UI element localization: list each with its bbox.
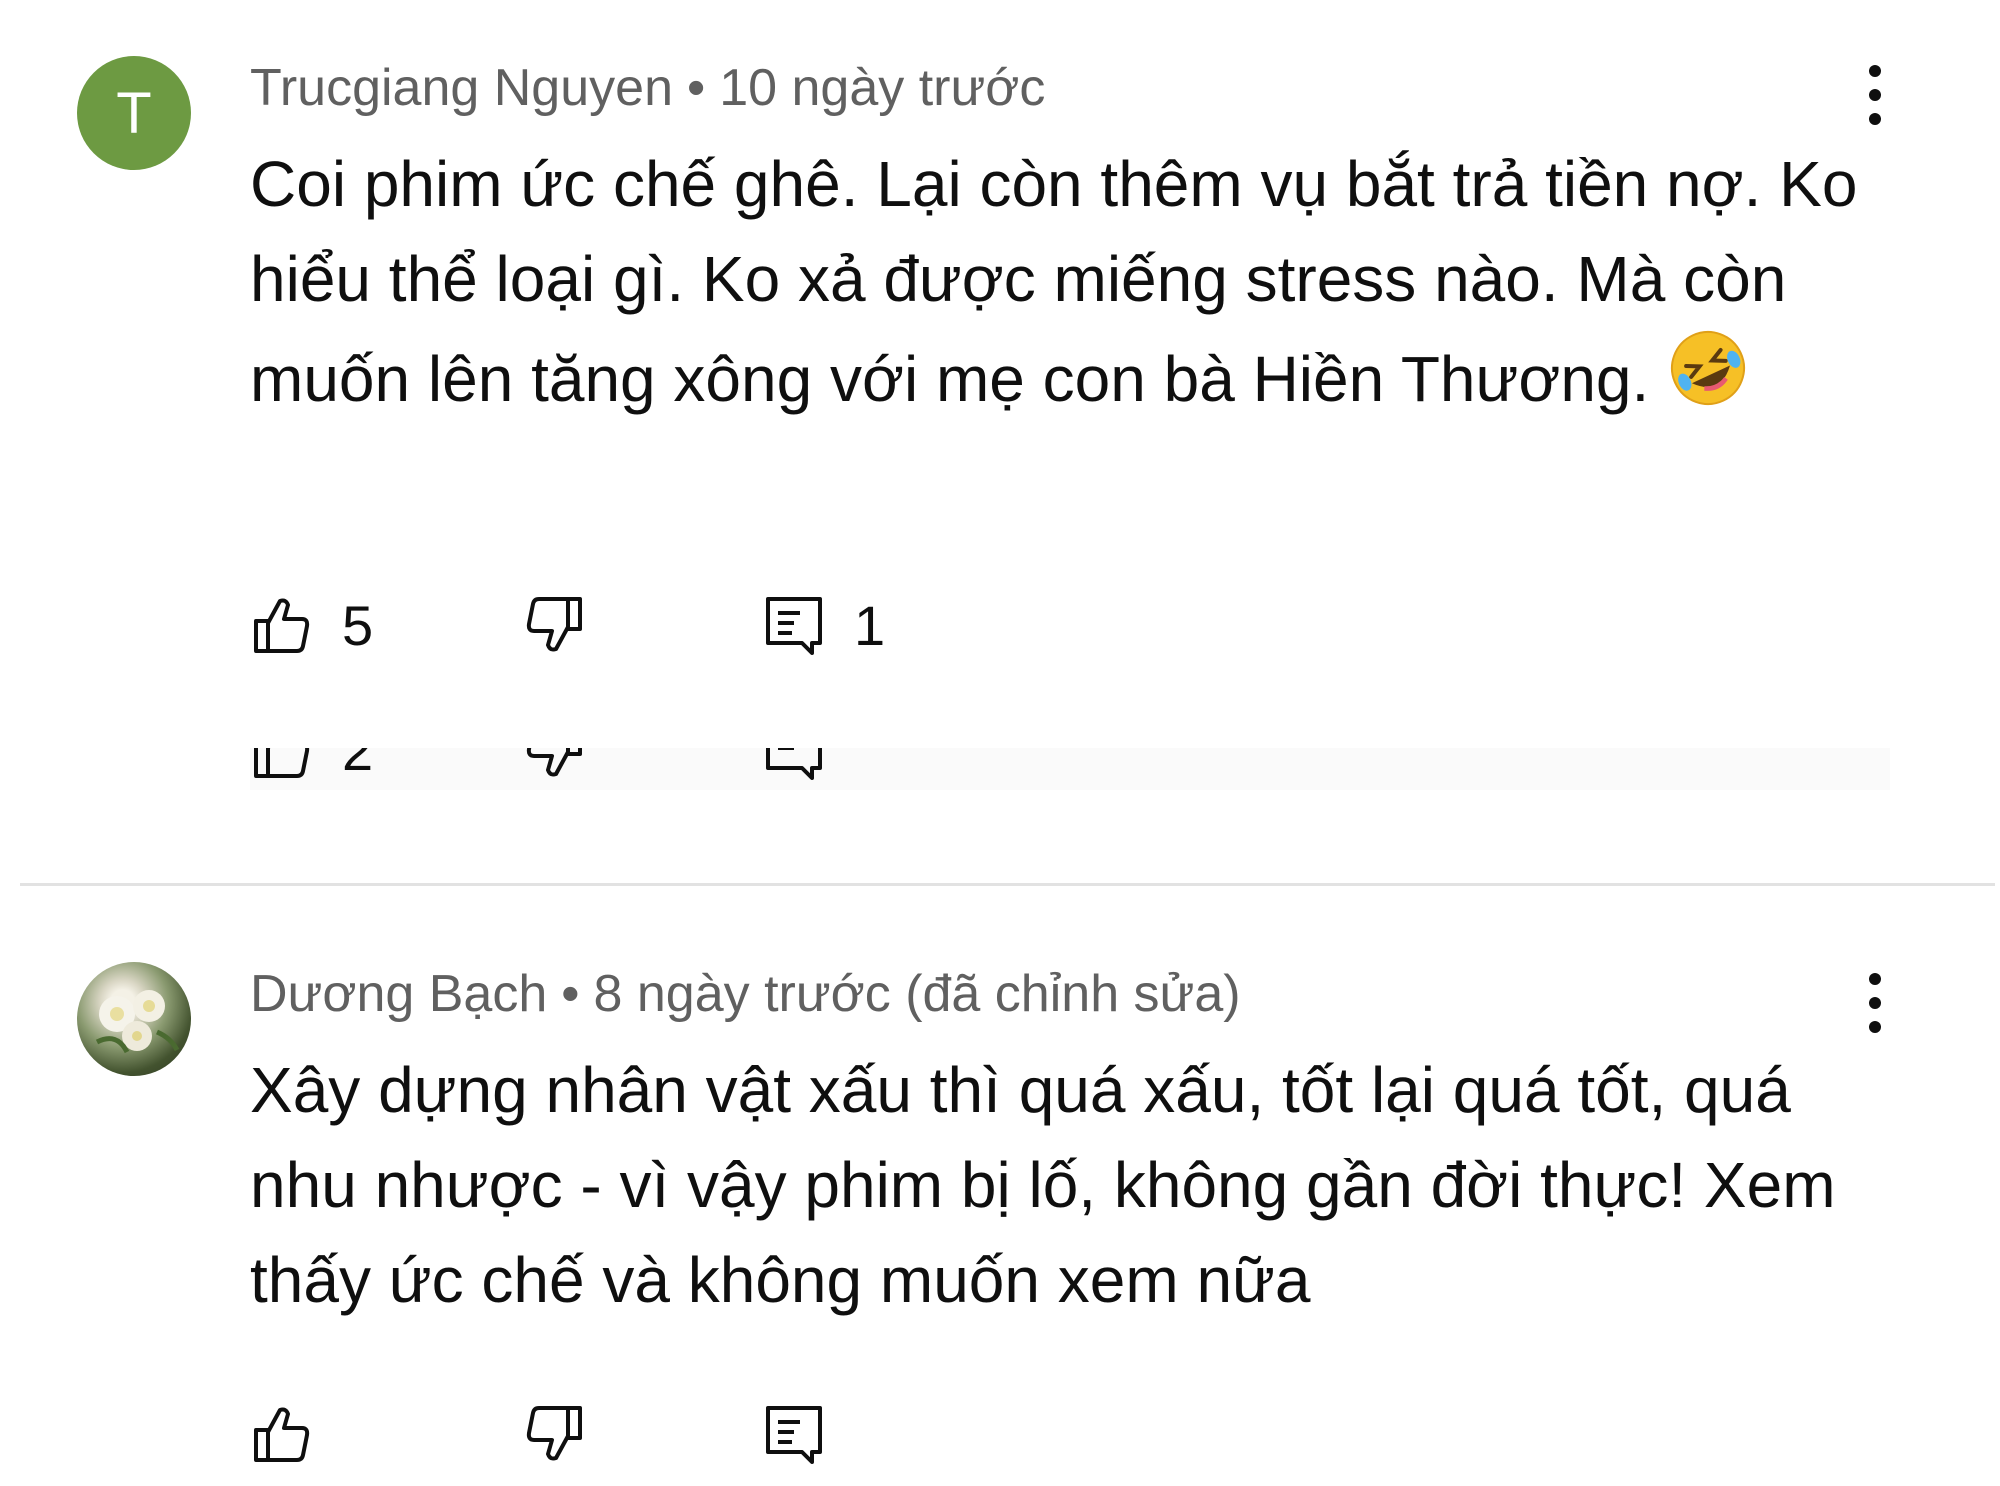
comment-actions — [250, 1394, 1250, 1474]
dislike-icon — [526, 597, 582, 652]
comment-time[interactable]: 10 ngày trước — [719, 59, 1045, 117]
like-icon — [254, 1407, 310, 1462]
reply-button[interactable] — [762, 1394, 854, 1474]
avatar[interactable]: T — [77, 56, 191, 170]
meta-separator: • — [561, 965, 580, 1023]
avatar-letter: T — [116, 80, 152, 146]
reply-button[interactable] — [762, 748, 826, 790]
like-count: 2 — [342, 748, 374, 782]
like-button[interactable]: 2 — [250, 748, 373, 790]
reply-count: 1 — [854, 593, 886, 657]
comment-text: Coi phim ức chế ghê. Lại còn thêm vụ bắt… — [250, 137, 1870, 435]
comment-meta: Trucgiang Nguyen • 10 ngày trước — [250, 58, 1045, 118]
collapsed-action-row: 2 — [250, 748, 1890, 790]
reply-icon — [766, 597, 822, 655]
more-icon[interactable] — [1860, 60, 1890, 130]
avatar[interactable] — [77, 962, 191, 1076]
like-icon — [254, 748, 310, 778]
comment-meta: Dương Bạch • 8 ngày trước (đã chỉnh sửa) — [250, 964, 1241, 1024]
comment-time[interactable]: 8 ngày trước (đã chỉnh sửa) — [594, 965, 1241, 1023]
dislike-icon — [526, 748, 582, 777]
like-count: 5 — [342, 593, 374, 657]
reply-icon — [766, 748, 822, 780]
dislike-icon — [526, 1406, 582, 1461]
author-name[interactable]: Dương Bạch — [250, 965, 547, 1023]
more-icon[interactable] — [1860, 968, 1890, 1038]
rofl-emoji-icon — [1667, 327, 1749, 435]
comment-divider — [20, 883, 1995, 886]
reply-button[interactable]: 1 — [762, 585, 885, 665]
like-button[interactable] — [250, 1394, 342, 1474]
author-name[interactable]: Trucgiang Nguyen — [250, 59, 673, 117]
comment-text: Xây dựng nhân vật xấu thì quá xấu, tốt l… — [250, 1043, 1870, 1328]
dislike-button[interactable] — [522, 1394, 586, 1474]
like-button[interactable]: 5 — [250, 585, 373, 665]
dislike-button[interactable] — [522, 585, 586, 665]
comment-text-content: Coi phim ức chế ghê. Lại còn thêm vụ bắt… — [250, 148, 1858, 415]
comment-text-content: Xây dựng nhân vật xấu thì quá xấu, tốt l… — [250, 1054, 1836, 1316]
comment-actions: 5 1 — [250, 585, 1250, 665]
dislike-button[interactable] — [522, 748, 586, 790]
meta-separator: • — [686, 59, 706, 117]
reply-icon — [766, 1406, 822, 1464]
like-icon — [254, 598, 310, 653]
flower-photo-icon — [95, 990, 180, 1054]
